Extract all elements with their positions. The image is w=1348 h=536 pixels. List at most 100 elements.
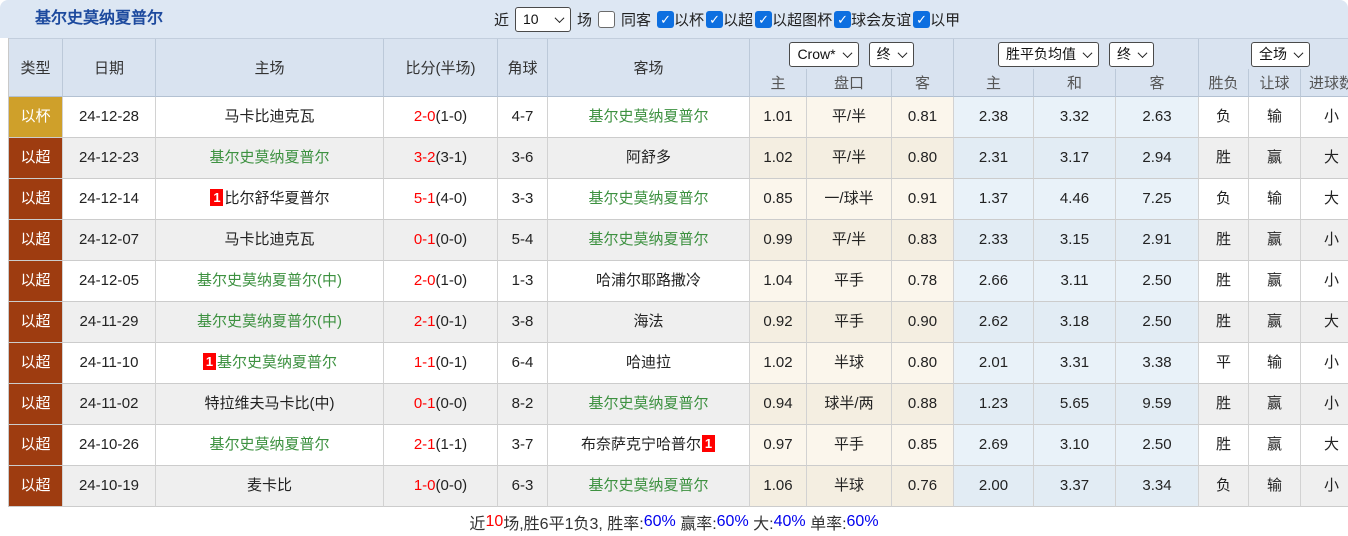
col-header-away: 客场 <box>548 39 750 97</box>
recent-count-select[interactable]: 10 <box>515 6 572 32</box>
summary-segment: 60% <box>643 513 676 530</box>
team-name: 基尔史莫纳夏普尔(中) <box>197 313 342 330</box>
avg-period-select[interactable]: 终 <box>1109 41 1154 67</box>
corners-cell: 3-8 <box>498 302 548 343</box>
score-cell: 2-0(1-0) <box>384 97 498 138</box>
avg-group-header: 胜平负均值 终 <box>954 39 1199 69</box>
result-goals: 小 <box>1301 384 1348 425</box>
handicap-line: 球半/两 <box>807 384 892 425</box>
team-name: 基尔史莫纳夏普尔(中) <box>197 272 342 289</box>
match-date: 24-12-28 <box>63 97 156 138</box>
handicap-line: 半球 <box>807 466 892 507</box>
avg-draw: 3.10 <box>1034 425 1116 466</box>
result-handicap: 输 <box>1249 466 1301 507</box>
avg-away: 7.25 <box>1116 179 1199 220</box>
league-filter-label: 以甲 <box>930 11 961 29</box>
scope-select[interactable]: 全场 <box>1251 41 1310 67</box>
table-row: 以超 24-10-26 基尔史莫纳夏普尔 2-1(1-1) 3-7 布奈萨克宁哈普尔 1 0.… <box>9 425 1348 466</box>
match-date: 24-12-14 <box>63 179 156 220</box>
fulltime-score: 2-0 <box>413 272 436 289</box>
team-name: 布奈萨克宁哈普尔 <box>580 436 701 453</box>
halftime-score: (3-1) <box>435 149 468 166</box>
away-team-cell: 哈浦尔耶路撒冷 <box>548 261 750 302</box>
red-card-badge: 1 <box>210 189 224 206</box>
match-type-badge: 以杯 <box>9 97 63 138</box>
odds-away: 0.81 <box>892 97 954 138</box>
odds-away: 0.90 <box>892 302 954 343</box>
handicap-line: 平手 <box>807 261 892 302</box>
table-row: 以超 24-11-29 基尔史莫纳夏普尔(中) 2-1(0-1) 3-8 海法 0.92 平手… <box>9 302 1348 343</box>
league-filter-checkbox[interactable] <box>706 10 724 28</box>
league-filter-checkbox[interactable] <box>834 10 852 28</box>
halftime-score: (1-0) <box>435 108 468 125</box>
team-name: 阿舒多 <box>625 149 671 166</box>
league-filter-checkbox[interactable] <box>913 10 931 28</box>
result-wdl: 胜 <box>1199 302 1249 343</box>
odds-period-select[interactable]: 终 <box>868 41 914 67</box>
league-filter-checkbox[interactable] <box>657 10 675 28</box>
avg-home: 2.31 <box>954 138 1034 179</box>
fulltime-score: 2-1 <box>413 436 436 453</box>
home-team-cell: 基尔史莫纳夏普尔(中) <box>156 302 384 343</box>
recent-label: 近 <box>494 11 510 29</box>
result-goals: 小 <box>1301 220 1348 261</box>
league-filter-label: 球会友谊 <box>851 11 912 29</box>
result-handicap: 输 <box>1249 343 1301 384</box>
sub-header-result: 胜负 <box>1199 69 1249 97</box>
home-team-cell: 基尔史莫纳夏普尔(中) <box>156 261 384 302</box>
result-handicap: 输 <box>1249 179 1301 220</box>
result-handicap: 赢 <box>1249 302 1301 343</box>
avg-home: 2.69 <box>954 425 1034 466</box>
result-handicap: 赢 <box>1249 384 1301 425</box>
odds-away: 0.80 <box>892 138 954 179</box>
same-opponent-label: 同客 <box>621 11 652 29</box>
avg-draw: 3.31 <box>1034 343 1116 384</box>
match-type-badge: 以超 <box>9 425 63 466</box>
avg-source-select[interactable]: 胜平负均值 <box>998 41 1099 67</box>
score-cell: 2-1(1-1) <box>384 425 498 466</box>
avg-home: 2.01 <box>954 343 1034 384</box>
corners-cell: 3-7 <box>498 425 548 466</box>
corners-cell: 5-4 <box>498 220 548 261</box>
odds-home: 1.02 <box>750 343 807 384</box>
match-date: 24-12-23 <box>63 138 156 179</box>
halftime-score: (0-0) <box>435 477 468 494</box>
same-opponent-checkbox[interactable] <box>598 10 616 28</box>
fulltime-score: 2-0 <box>413 108 436 125</box>
sub-header-handicap-res: 让球 <box>1249 69 1301 97</box>
odds-away: 0.76 <box>892 466 954 507</box>
chevron-down-icon <box>842 47 853 58</box>
summary-segment: 60% <box>846 513 879 530</box>
score-cell: 0-1(0-0) <box>384 384 498 425</box>
corners-cell: 6-3 <box>498 466 548 507</box>
handicap-line: 半球 <box>807 343 892 384</box>
match-type-badge: 以超 <box>9 343 63 384</box>
team-name: 比尔舒华夏普尔 <box>224 190 330 207</box>
away-team-cell: 阿舒多 <box>548 138 750 179</box>
corners-cell: 1-3 <box>498 261 548 302</box>
away-team-cell: 基尔史莫纳夏普尔 <box>548 384 750 425</box>
sub-header-handicap: 盘口 <box>807 69 892 97</box>
match-type-badge: 以超 <box>9 384 63 425</box>
fulltime-score: 3-2 <box>413 149 436 166</box>
col-header-home: 主场 <box>156 39 384 97</box>
corners-cell: 3-6 <box>498 138 548 179</box>
match-type-badge: 以超 <box>9 220 63 261</box>
avg-draw: 4.46 <box>1034 179 1116 220</box>
home-team-cell: 麦卡比 <box>156 466 384 507</box>
avg-home: 2.00 <box>954 466 1034 507</box>
odds-source-select[interactable]: Crow* <box>789 41 859 67</box>
result-handicap: 赢 <box>1249 138 1301 179</box>
fulltime-score: 5-1 <box>413 190 436 207</box>
odds-away: 0.85 <box>892 425 954 466</box>
away-team-cell: 基尔史莫纳夏普尔 <box>548 466 750 507</box>
result-goals: 小 <box>1301 261 1348 302</box>
away-team-cell: 基尔史莫纳夏普尔 <box>548 220 750 261</box>
chevron-down-icon <box>1137 47 1148 58</box>
match-date: 24-11-10 <box>63 343 156 384</box>
handicap-line: 平手 <box>807 302 892 343</box>
table-row: 以超 24-12-07 马卡比迪克瓦 0-1(0-0) 5-4 基尔史莫纳夏普尔 0.99 平… <box>9 220 1348 261</box>
league-filter-checkbox[interactable] <box>755 10 773 28</box>
table-row: 以杯 24-12-28 马卡比迪克瓦 2-0(1-0) 4-7 基尔史莫纳夏普尔 1.01 平… <box>9 97 1348 138</box>
red-card-badge: 1 <box>702 435 715 452</box>
